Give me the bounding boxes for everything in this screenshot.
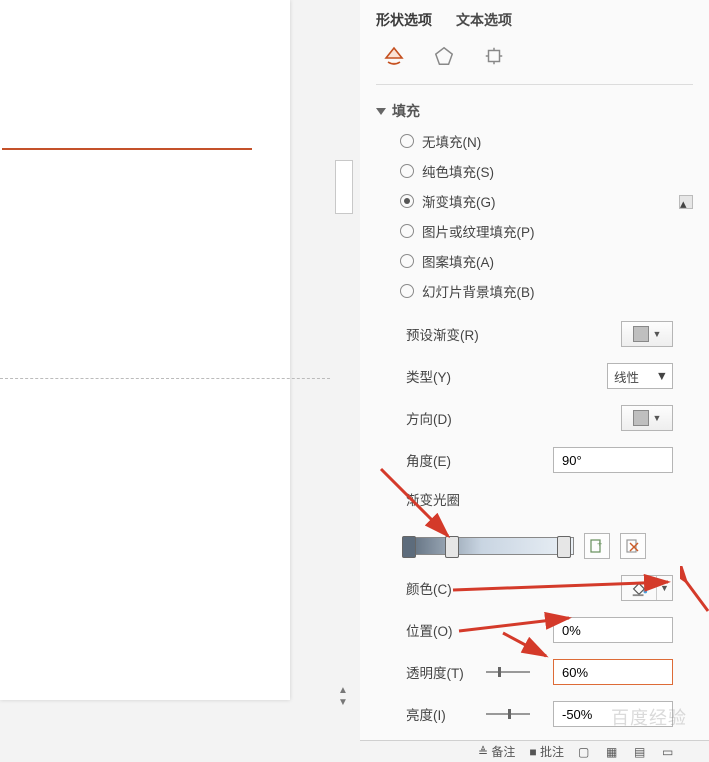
remove-gradient-stop-button[interactable] bbox=[620, 533, 646, 559]
slide-nav-arrows[interactable]: ▲▼ bbox=[338, 686, 348, 708]
comments-button[interactable]: ■ 批注 bbox=[529, 743, 564, 760]
color-row: 颜色(C) ▼ bbox=[406, 575, 679, 601]
angle-spinner[interactable]: ▲▼ bbox=[553, 447, 673, 473]
preset-gradient-dropdown[interactable]: ▼ bbox=[621, 321, 673, 347]
view-slideshow-icon[interactable]: ▭ bbox=[662, 745, 676, 759]
fill-section-title: 填充 bbox=[392, 101, 420, 121]
radio-solid-fill[interactable]: 纯色填充(S) bbox=[400, 161, 679, 181]
transparency-row: 透明度(T) ▲▼ bbox=[406, 659, 679, 685]
color-picker-dropdown[interactable]: ▼ bbox=[621, 575, 673, 601]
gradient-direction-dropdown[interactable]: ▼ bbox=[621, 405, 673, 431]
add-gradient-stop-button[interactable]: + bbox=[584, 533, 610, 559]
angle-label: 角度(E) bbox=[406, 450, 451, 470]
view-normal-icon[interactable]: ▢ bbox=[578, 745, 592, 759]
transparency-input[interactable] bbox=[554, 660, 709, 684]
color-label: 颜色(C) bbox=[406, 578, 452, 598]
preset-gradient-row: 预设渐变(R) ▼ bbox=[406, 321, 679, 347]
gradient-direction-row: 方向(D) ▼ bbox=[406, 405, 679, 431]
paint-bucket-icon bbox=[622, 576, 656, 600]
format-shape-panel: 形状选项 文本选项 ▴ 填充 无填充(N) 纯色填充(S) bbox=[360, 0, 709, 762]
watermark: 百度经验 bbox=[611, 704, 687, 730]
chevron-down-icon bbox=[376, 108, 386, 115]
slide-canvas[interactable] bbox=[0, 0, 290, 700]
view-reading-icon[interactable]: ▤ bbox=[634, 745, 648, 759]
placeholder-line bbox=[2, 148, 252, 150]
gradient-stops-label: 渐变光圈 bbox=[406, 493, 460, 508]
gradient-type-label: 类型(Y) bbox=[406, 366, 451, 386]
svg-text:+: + bbox=[597, 539, 602, 549]
tab-text-options[interactable]: 文本选项 bbox=[456, 10, 512, 30]
fill-type-radio-group: 无填充(N) 纯色填充(S) 渐变填充(G) 图片或纹理填充(P) 图案填充(A… bbox=[376, 129, 679, 307]
radio-no-fill[interactable]: 无填充(N) bbox=[400, 131, 679, 151]
status-bar: ≜ 备注 ■ 批注 ▢ ▦ ▤ ▭ bbox=[360, 740, 709, 762]
radio-gradient-fill[interactable]: 渐变填充(G) bbox=[400, 191, 679, 211]
preset-gradient-label: 预设渐变(R) bbox=[406, 324, 479, 344]
notes-button[interactable]: ≜ 备注 bbox=[478, 743, 515, 760]
transparency-label: 透明度(T) bbox=[406, 662, 470, 682]
effects-icon[interactable] bbox=[430, 42, 458, 70]
radio-pattern-fill[interactable]: 图案填充(A) bbox=[400, 251, 679, 271]
position-input[interactable] bbox=[554, 618, 709, 642]
gradient-stop-1[interactable] bbox=[402, 536, 416, 558]
fill-line-icon[interactable] bbox=[380, 42, 408, 70]
transparency-spinner[interactable]: ▲▼ bbox=[553, 659, 673, 685]
fill-section-header[interactable]: 填充 bbox=[376, 93, 679, 129]
position-row: 位置(O) ▲▼ bbox=[406, 617, 679, 643]
view-sorter-icon[interactable]: ▦ bbox=[606, 745, 620, 759]
position-spinner[interactable]: ▲▼ bbox=[553, 617, 673, 643]
brightness-slider[interactable] bbox=[486, 713, 530, 715]
gradient-stop-2[interactable] bbox=[445, 536, 459, 558]
angle-row: 角度(E) ▲▼ bbox=[406, 447, 679, 473]
gradient-stop-slider[interactable] bbox=[406, 537, 574, 555]
angle-input[interactable] bbox=[554, 448, 709, 472]
size-properties-icon[interactable] bbox=[480, 42, 508, 70]
tab-shape-options[interactable]: 形状选项 bbox=[376, 10, 432, 30]
gradient-type-dropdown[interactable]: 线性▼ bbox=[607, 363, 673, 389]
scroll-up-button[interactable]: ▴ bbox=[679, 195, 693, 209]
slide-boundary-guide bbox=[0, 378, 330, 379]
slide-editing-area: ▲▼ bbox=[0, 0, 360, 762]
gradient-stop-3[interactable] bbox=[557, 536, 571, 558]
brightness-label: 亮度(I) bbox=[406, 704, 470, 724]
transparency-slider[interactable] bbox=[486, 671, 530, 673]
radio-slide-bg-fill[interactable]: 幻灯片背景填充(B) bbox=[400, 281, 679, 301]
gradient-type-row: 类型(Y) 线性▼ bbox=[406, 363, 679, 389]
vertical-scroll-thumb[interactable] bbox=[335, 160, 353, 214]
radio-picture-fill[interactable]: 图片或纹理填充(P) bbox=[400, 221, 679, 241]
position-label: 位置(O) bbox=[406, 620, 453, 640]
gradient-direction-label: 方向(D) bbox=[406, 408, 452, 428]
